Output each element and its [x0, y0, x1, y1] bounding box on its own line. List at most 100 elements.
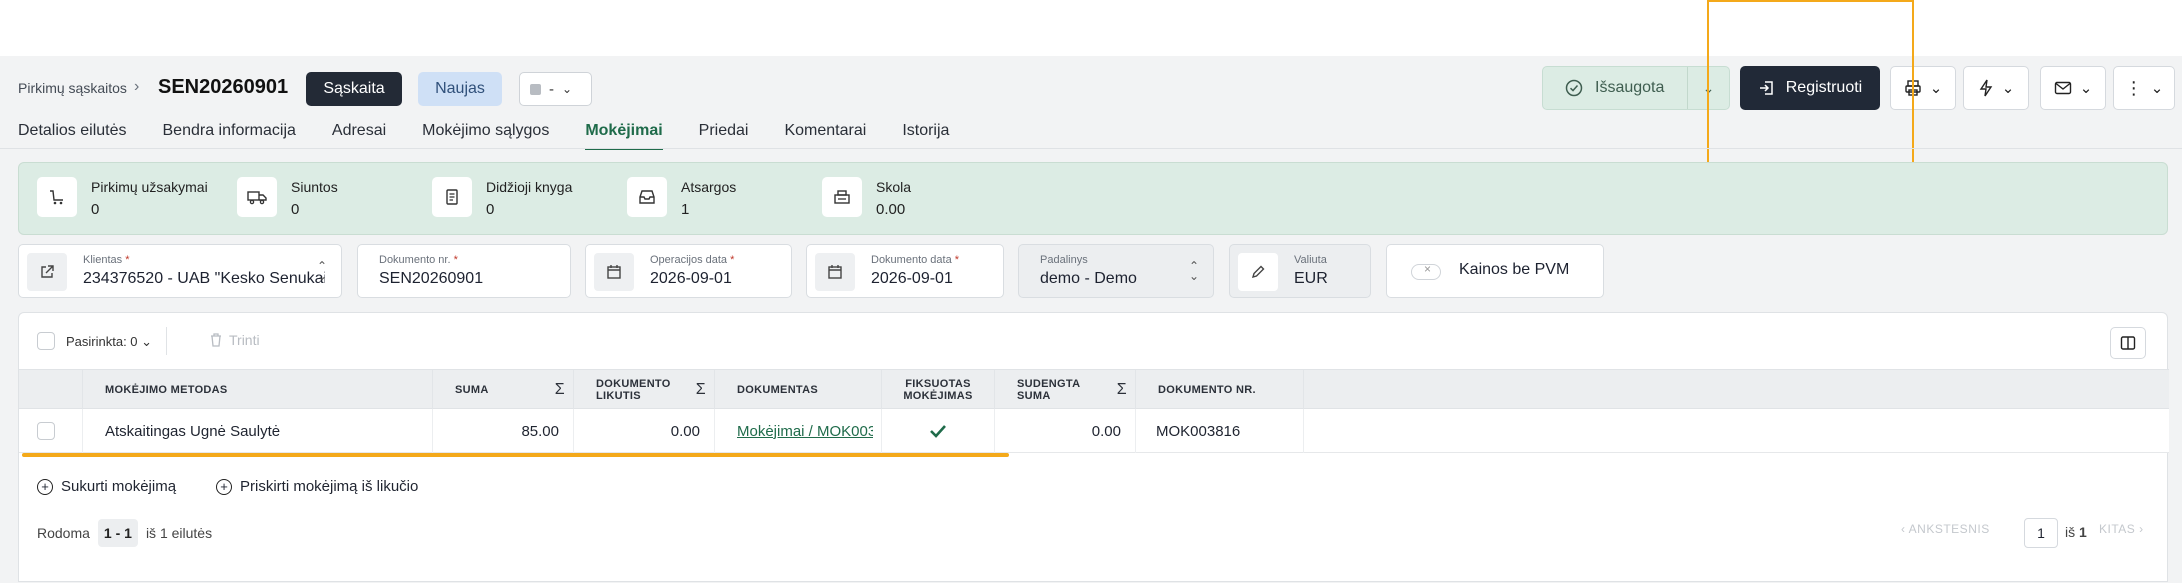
sigma-icon[interactable]: Σ [696, 382, 706, 398]
calendar-icon[interactable] [815, 253, 855, 291]
header-checkbox-cell [19, 370, 83, 410]
stat-purchase-orders[interactable]: Pirkimų užsakymai 0 [37, 177, 208, 218]
vat-toggle-label: Kainos be PVM [1459, 261, 1570, 278]
breadcrumb-link[interactable]: Pirkimų sąskaitos [18, 80, 127, 96]
tag-select[interactable]: - ⌄ [519, 72, 592, 106]
mail-icon [2054, 81, 2071, 95]
docdate-label: Dokumento data * [871, 254, 960, 266]
document-link[interactable]: Mokėjimai / MOK003816 [737, 423, 873, 440]
scroll-icon [432, 177, 472, 217]
chevron-right-icon: › [134, 78, 140, 95]
stat-label: Pirkimų užsakymai [91, 179, 208, 195]
delete-button[interactable]: Trinti [209, 332, 260, 348]
plus-circle-icon: + [37, 478, 53, 495]
sort-arrows-icon: ⌃ ⌄ [317, 259, 328, 283]
stat-debt[interactable]: Skola 0.00 [822, 177, 911, 218]
docno-label: Dokumento nr. * [379, 254, 458, 266]
assign-payment-button[interactable]: + Priskirti mokėjimą iš likučio [216, 478, 418, 495]
lightning-icon [1979, 79, 1993, 97]
create-payment-button[interactable]: + Sukurti mokėjimą [37, 478, 176, 495]
chevron-down-icon: ⌄ [2079, 80, 2093, 97]
tab-addresses[interactable]: Adresai [332, 122, 386, 150]
tab-comments[interactable]: Komentarai [784, 122, 866, 150]
header-document-number[interactable]: DOKUMENTO NR. [1136, 370, 1304, 410]
operation-date-field[interactable]: Operacijos data * 2026-09-01 [585, 244, 792, 298]
showing-label: Rodoma [37, 525, 90, 541]
header-settled-sum[interactable]: SUDENGTA SUMA Σ [995, 370, 1136, 410]
stat-value: 0.00 [876, 201, 906, 218]
header-remaining[interactable]: DOKUMENTO LIKUTIS Σ [574, 370, 715, 410]
vat-toggle[interactable]: × [1411, 262, 1441, 280]
plus-circle-icon: + [216, 478, 232, 495]
previous-page-button[interactable]: ‹ ANKSTESNIS [1901, 522, 1990, 536]
chevron-down-icon: ⌄ [1929, 80, 1943, 97]
tab-payment-terms[interactable]: Mokėjimo sąlygos [422, 122, 549, 150]
header-fixed-payment[interactable]: FIKSUOTAS MOKĖJIMAS [882, 370, 995, 410]
cart-icon [37, 177, 77, 217]
columns-toggle-button[interactable] [2110, 327, 2146, 359]
pencil-icon[interactable] [1238, 253, 1278, 291]
tab-payments[interactable]: Mokėjimai [585, 122, 663, 150]
highlight-annotation [1707, 0, 1914, 166]
color-square-icon [530, 83, 541, 95]
email-menu-button[interactable]: ⌄ [2040, 66, 2106, 110]
selected-count-dropdown[interactable]: Pasirinkta: 0 ⌄ [66, 334, 152, 350]
stat-general-ledger[interactable]: Didžioji knyga 0 [432, 177, 572, 218]
division-label: Padalinys [1040, 254, 1088, 266]
header-document[interactable]: DOKUMENTAS [715, 370, 882, 410]
tab-detail-lines[interactable]: Detalios eilutės [18, 122, 127, 150]
document-date-field[interactable]: Dokumento data * 2026-09-01 [806, 244, 1004, 298]
check-circle-icon [1565, 79, 1583, 97]
page-number-input[interactable]: 1 [2024, 518, 2058, 548]
row-checkbox[interactable] [37, 422, 55, 440]
header-sum[interactable]: SUMA Σ [433, 370, 574, 410]
cell-document-number: MOK003816 [1136, 409, 1304, 453]
inbox-icon [627, 177, 667, 217]
chevron-down-icon: ⌄ [2150, 80, 2164, 97]
columns-icon [2120, 336, 2136, 350]
stat-label: Siuntos [291, 179, 338, 195]
cell-remaining: 0.00 [574, 409, 715, 453]
page-title: SEN20260901 [158, 76, 289, 98]
currency-label: Valiuta [1294, 254, 1327, 266]
select-all-checkbox[interactable] [37, 332, 55, 350]
stat-shipments[interactable]: Siuntos 0 [237, 177, 338, 218]
row-checkbox-cell [19, 409, 83, 453]
row-range: 1 - 1 [97, 519, 138, 547]
sigma-icon[interactable]: Σ [555, 382, 565, 398]
division-field[interactable]: Padalinys demo - Demo ⌃ ⌄ [1018, 244, 1214, 298]
client-value: 234376520 - UAB "Kesko Senukai Lithuania… [83, 270, 325, 287]
trash-icon [211, 333, 221, 347]
saved-button-main[interactable]: Išsaugota [1543, 67, 1688, 109]
client-label: Klientas * [83, 254, 130, 266]
cell-payment-method: Atskaitingas Ugnė Saulytė [83, 409, 433, 453]
client-field[interactable]: Klientas * 234376520 - UAB "Kesko Senuka… [18, 244, 342, 298]
cash-register-icon [822, 177, 862, 217]
more-menu-button[interactable]: ⋮ ⌄ [2113, 66, 2175, 110]
next-page-button[interactable]: KITAS › [2099, 522, 2144, 536]
calendar-icon[interactable] [594, 253, 634, 291]
stat-inventory[interactable]: Atsargos 1 [627, 177, 736, 218]
document-number-field[interactable]: Dokumento nr. * SEN20260901 [357, 244, 571, 298]
stat-label: Skola [876, 179, 912, 195]
stat-value: 0 [291, 201, 300, 218]
page-total: iš 1 [2065, 524, 2087, 540]
truck-icon [237, 177, 277, 217]
tab-history[interactable]: Istorija [902, 122, 949, 150]
currency-field[interactable]: Valiuta EUR [1229, 244, 1371, 298]
chevron-down-icon: ⌄ [141, 334, 153, 349]
actions-menu-button[interactable]: ⌄ [1963, 66, 2029, 110]
saved-status-button[interactable]: Išsaugota ⌄ [1542, 66, 1730, 110]
highlight-underline [22, 453, 1009, 457]
tab-attachments[interactable]: Priedai [699, 122, 749, 150]
stats-strip: Pirkimų užsakymai 0 Siuntos 0 Didžioji kny… [18, 162, 2168, 235]
tab-general-info[interactable]: Bendra informacija [163, 122, 296, 150]
table-row[interactable]: Atskaitingas Ugnė Saulytė 85.00 0.00 Mok… [19, 409, 2169, 453]
prices-without-vat-field[interactable]: × Kainos be PVM [1386, 244, 1604, 298]
external-link-icon[interactable] [27, 253, 67, 291]
sigma-icon[interactable]: Σ [1117, 382, 1127, 398]
status-badge: Naujas [418, 72, 502, 106]
docno-value: SEN20260901 [379, 270, 484, 287]
header-payment-method[interactable]: MOKĖJIMO METODAS [83, 370, 433, 410]
tag-select-value: - [549, 80, 554, 98]
